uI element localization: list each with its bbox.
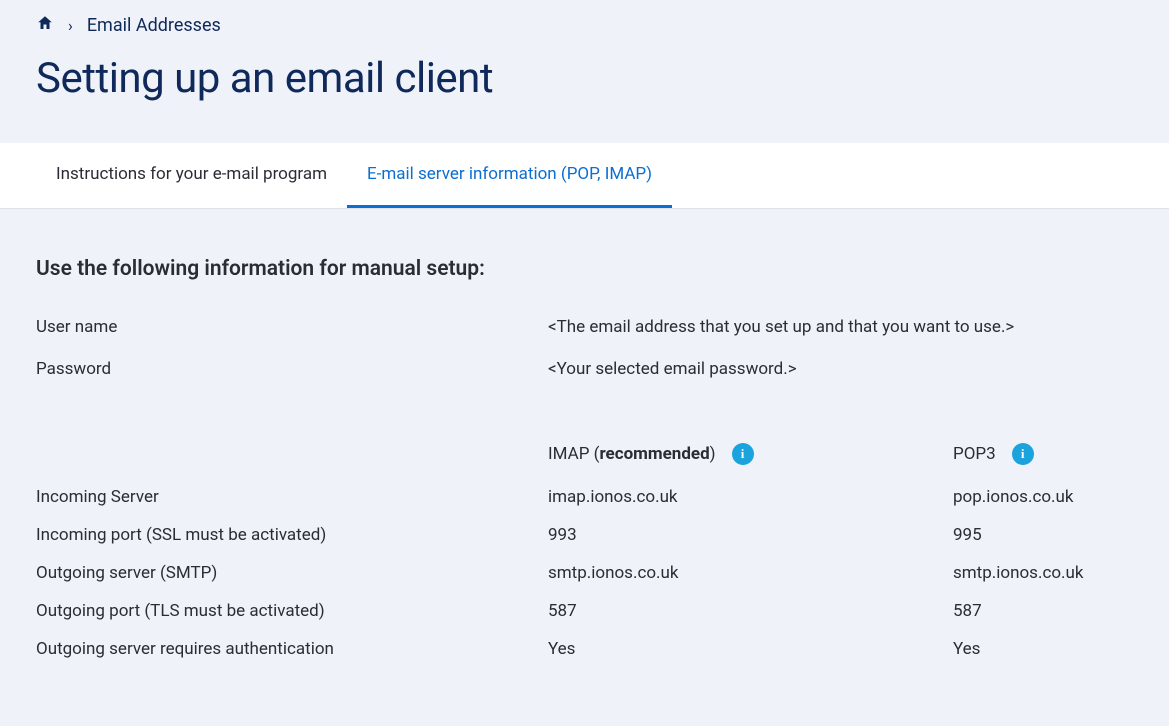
outgoing-port-imap: 587 bbox=[548, 601, 953, 621]
outgoing-server-pop3: smtp.ionos.co.uk bbox=[953, 563, 1084, 583]
tabs-container: Instructions for your e-mail program E-m… bbox=[0, 143, 1169, 209]
auth-pop3: Yes bbox=[953, 639, 980, 659]
incoming-port-imap: 993 bbox=[548, 525, 953, 545]
username-label: User name bbox=[36, 317, 548, 337]
row-auth: Outgoing server requires authentication … bbox=[36, 639, 1133, 659]
home-link[interactable] bbox=[36, 14, 54, 36]
imap-label-prefix: IMAP ( bbox=[548, 444, 599, 464]
page-title: Setting up an email client bbox=[36, 54, 1133, 103]
row-outgoing-server: Outgoing server (SMTP) smtp.ionos.co.uk … bbox=[36, 563, 1133, 583]
chevron-right-icon: › bbox=[68, 16, 73, 35]
server-table: IMAP (recommended) i POP3 i Incoming Ser… bbox=[36, 443, 1133, 659]
incoming-server-label: Incoming Server bbox=[36, 487, 548, 507]
imap-column-header: IMAP (recommended) i bbox=[548, 443, 953, 465]
breadcrumb-email-addresses[interactable]: Email Addresses bbox=[87, 15, 221, 36]
auth-label: Outgoing server requires authentication bbox=[36, 639, 548, 659]
outgoing-server-label: Outgoing server (SMTP) bbox=[36, 563, 548, 583]
auth-imap: Yes bbox=[548, 639, 953, 659]
outgoing-port-label: Outgoing port (TLS must be activated) bbox=[36, 601, 548, 621]
content: Use the following information for manual… bbox=[0, 209, 1169, 717]
outgoing-port-pop3: 587 bbox=[953, 601, 982, 621]
row-incoming-port: Incoming port (SSL must be activated) 99… bbox=[36, 525, 1133, 545]
pop3-column-header: POP3 i bbox=[953, 443, 1034, 465]
row-username: User name <The email address that you se… bbox=[36, 317, 1133, 337]
row-password: Password <Your selected email password.> bbox=[36, 359, 1133, 379]
server-header-row: IMAP (recommended) i POP3 i bbox=[36, 443, 1133, 465]
incoming-server-imap: imap.ionos.co.uk bbox=[548, 487, 953, 507]
info-icon[interactable]: i bbox=[732, 443, 754, 465]
section-heading: Use the following information for manual… bbox=[36, 257, 1133, 281]
password-label: Password bbox=[36, 359, 548, 379]
header-section: › Email Addresses Setting up an email cl… bbox=[0, 0, 1169, 143]
imap-recommended: recommended bbox=[599, 444, 709, 464]
home-icon bbox=[36, 14, 54, 32]
imap-label-suffix: ) bbox=[710, 444, 716, 464]
tabs: Instructions for your e-mail program E-m… bbox=[0, 143, 1169, 208]
row-incoming-server: Incoming Server imap.ionos.co.uk pop.ion… bbox=[36, 487, 1133, 507]
outgoing-server-imap: smtp.ionos.co.uk bbox=[548, 563, 953, 583]
tab-instructions[interactable]: Instructions for your e-mail program bbox=[36, 143, 347, 208]
password-value: <Your selected email password.> bbox=[548, 359, 797, 379]
tab-server-info[interactable]: E-mail server information (POP, IMAP) bbox=[347, 143, 672, 208]
incoming-port-pop3: 995 bbox=[953, 525, 982, 545]
info-icon[interactable]: i bbox=[1012, 443, 1034, 465]
row-outgoing-port: Outgoing port (TLS must be activated) 58… bbox=[36, 601, 1133, 621]
incoming-port-label: Incoming port (SSL must be activated) bbox=[36, 525, 548, 545]
incoming-server-pop3: pop.ionos.co.uk bbox=[953, 487, 1074, 507]
pop3-label: POP3 bbox=[953, 444, 996, 464]
breadcrumb: › Email Addresses bbox=[36, 14, 1133, 36]
username-value: <The email address that you set up and t… bbox=[548, 317, 1014, 337]
